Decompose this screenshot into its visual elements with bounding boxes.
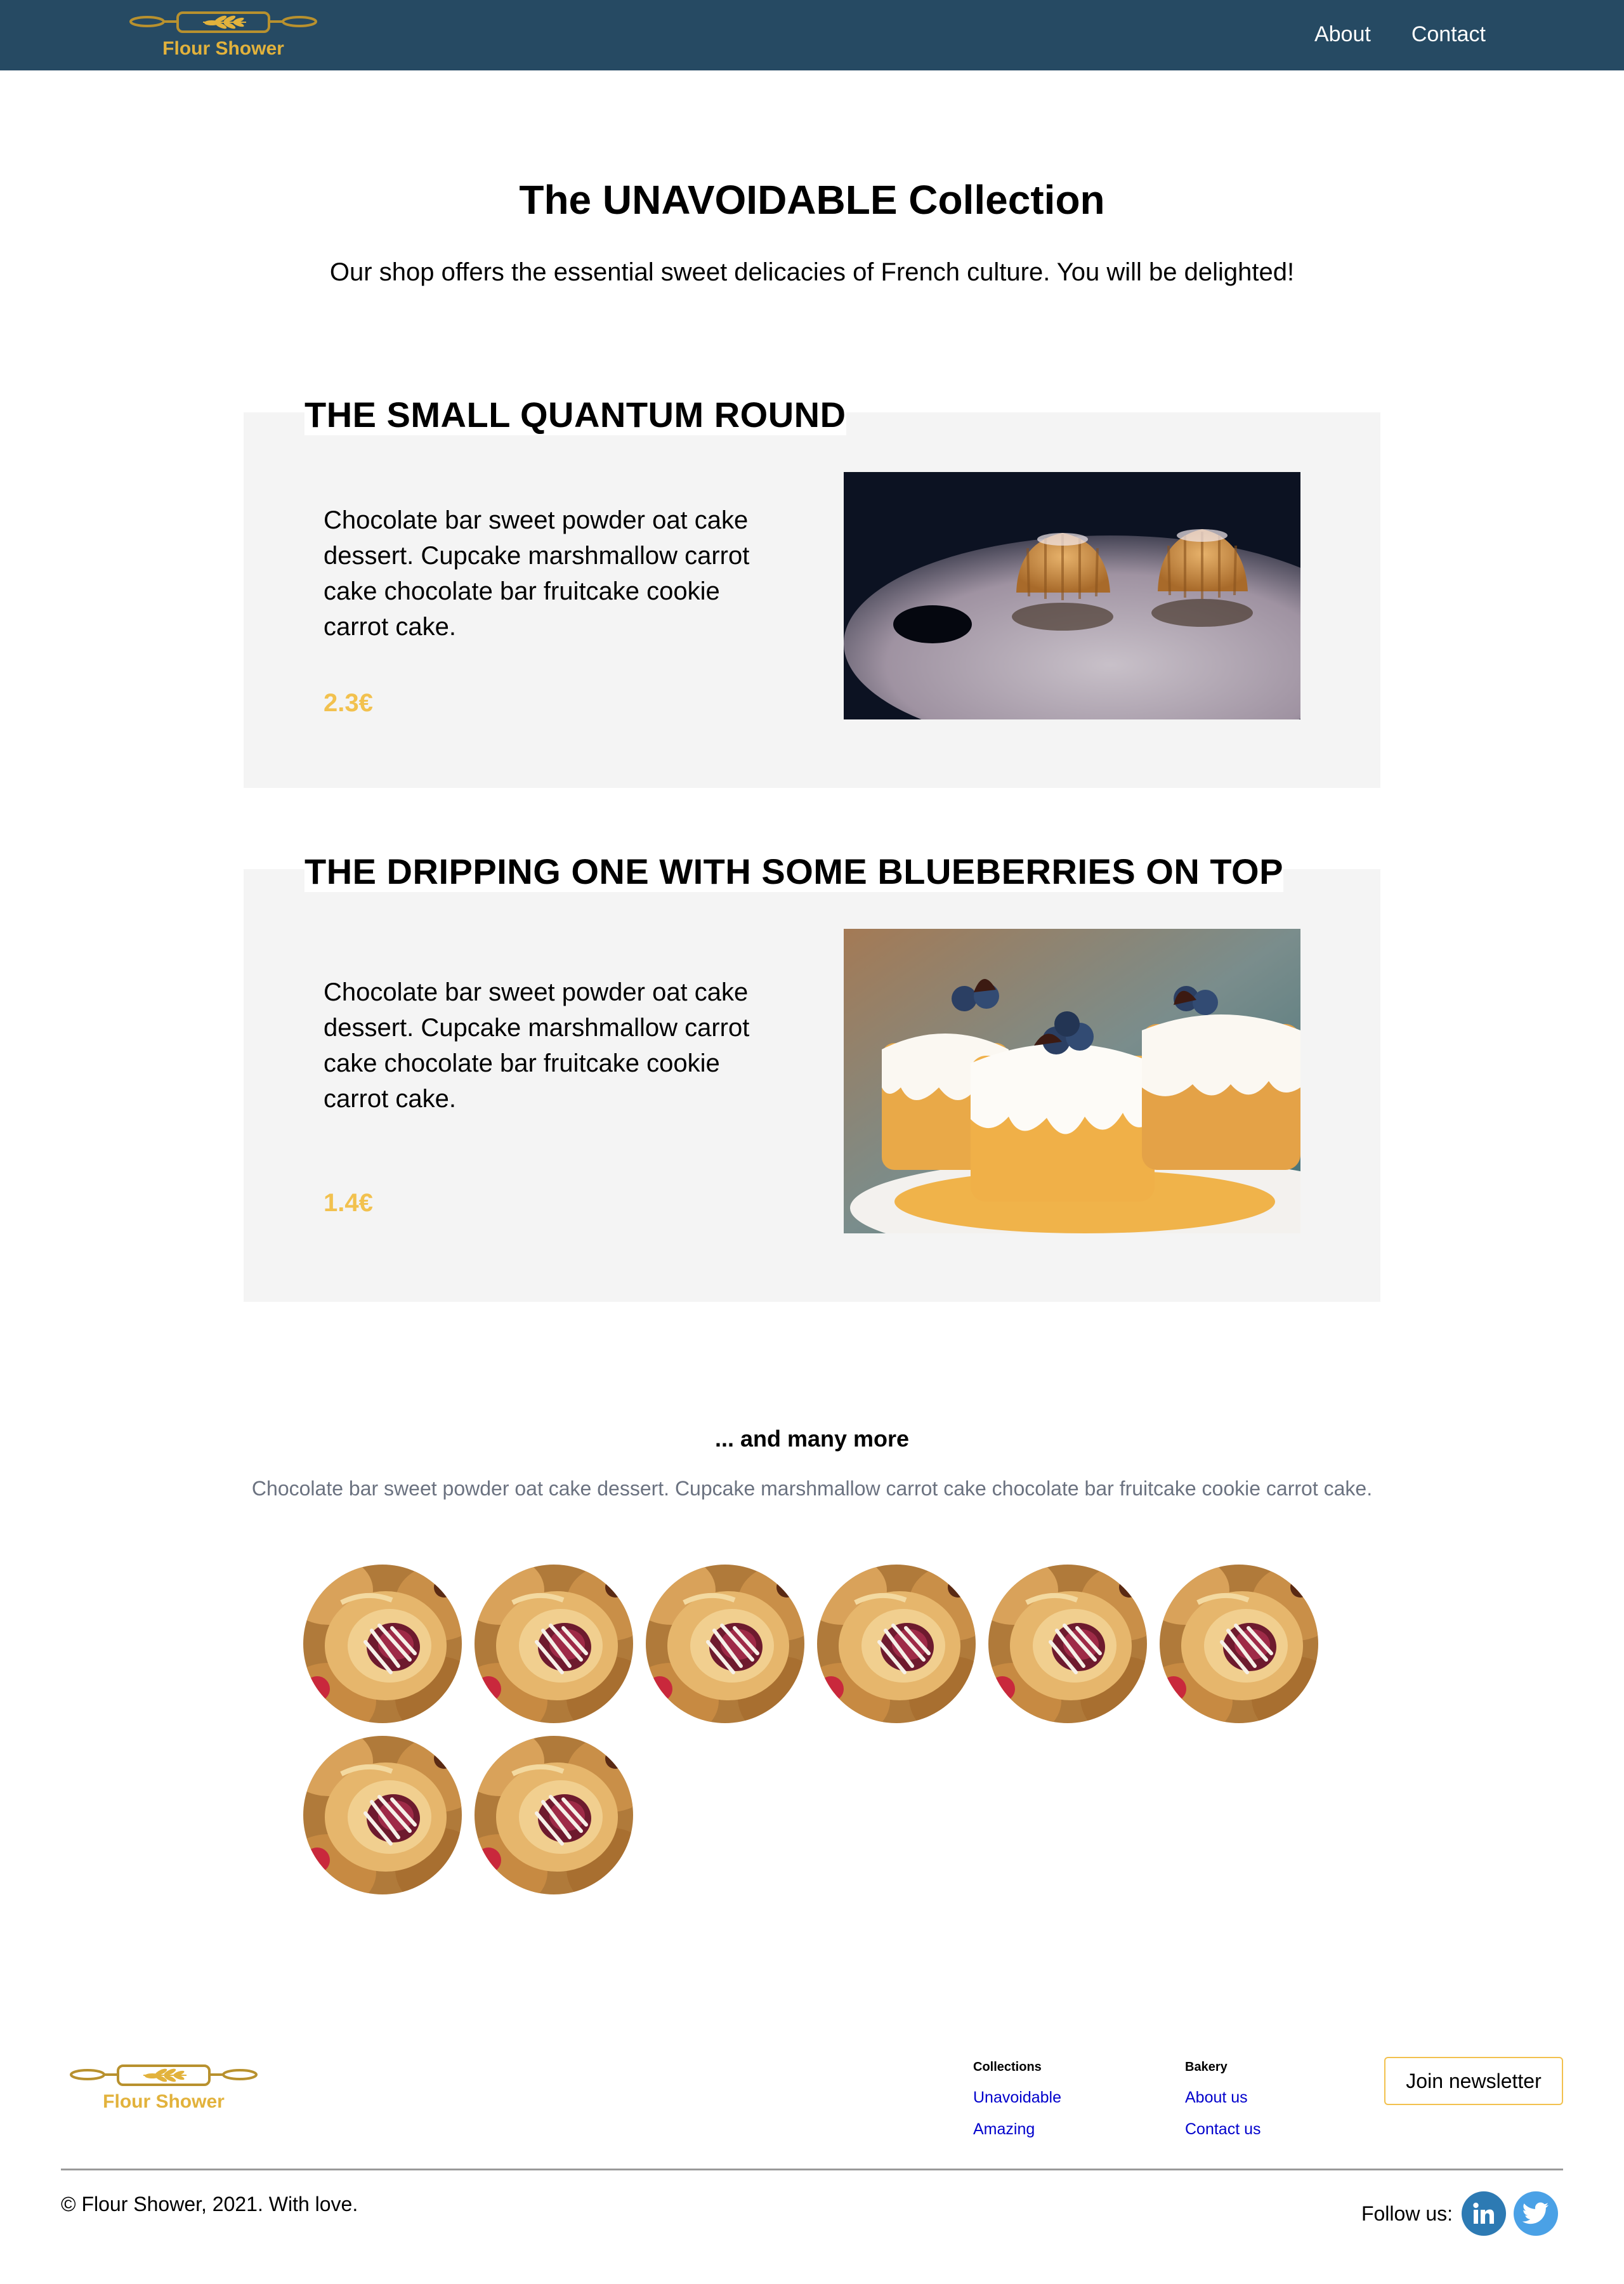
product-title: THE SMALL QUANTUM ROUND: [304, 395, 846, 435]
flour-shower-logo[interactable]: [128, 4, 318, 65]
nav-contact-link[interactable]: Contact: [1411, 22, 1486, 47]
pastry-thumbnail[interactable]: [1160, 1565, 1318, 1723]
page-title: The UNAVOIDABLE Collection: [519, 177, 1105, 223]
main-nav: About Contact: [1314, 22, 1486, 47]
top-navbar: About Contact: [0, 0, 1624, 70]
footer-column-title: Collections: [973, 2060, 1042, 2074]
footer-column-title: Bakery: [1185, 2060, 1228, 2074]
footer-link-amazing[interactable]: Amazing: [973, 2120, 1061, 2138]
social-links: Follow us:: [1361, 2191, 1558, 2236]
product-description: Chocolate bar sweet powder oat cake dess…: [324, 978, 750, 1113]
product-price: 2.3€: [324, 689, 373, 717]
footer-link-contact-us[interactable]: Contact us: [1185, 2120, 1261, 2138]
pastry-thumbnail[interactable]: [303, 1565, 462, 1723]
pastry-thumbnail[interactable]: [303, 1736, 462, 1894]
product-card: Chocolate bar sweet powder oat cake dess…: [244, 869, 1380, 1302]
pastry-thumbnail[interactable]: [646, 1565, 804, 1723]
pastry-gallery: [303, 1565, 1331, 1894]
footer-column-collections: Collections Unavoidable Amazing: [973, 2059, 1061, 2152]
pastry-thumbnail[interactable]: [475, 1736, 633, 1894]
product-card: Chocolate bar sweet powder oat cake dess…: [244, 412, 1380, 788]
product-title: THE DRIPPING ONE WITH SOME BLUEBERRIES O…: [304, 851, 1283, 892]
pastry-thumbnail[interactable]: [817, 1565, 976, 1723]
footer-link-unavoidable[interactable]: Unavoidable: [973, 2089, 1061, 2106]
join-newsletter-button[interactable]: Join newsletter: [1384, 2057, 1563, 2105]
linkedin-icon[interactable]: [1462, 2191, 1506, 2236]
more-heading: ... and many more: [714, 1426, 910, 1452]
product-price: 1.4€: [324, 1189, 373, 1217]
blueberry-cakes-image: [844, 929, 1300, 1233]
footer-column-bakery: Bakery About us Contact us: [1185, 2059, 1261, 2152]
more-description: Chocolate bar sweet powder oat cake dess…: [251, 1477, 1373, 1500]
mini-bundt-cakes-image: [844, 472, 1300, 719]
footer-flour-shower-logo[interactable]: [69, 2057, 259, 2118]
pastry-thumbnail[interactable]: [475, 1565, 633, 1723]
footer-divider: [61, 2169, 1563, 2170]
copyright-text: © Flour Shower, 2021. With love.: [61, 2193, 358, 2215]
page-subtitle: Our shop offers the essential sweet deli…: [329, 258, 1295, 286]
nav-about-link[interactable]: About: [1314, 22, 1371, 47]
pastry-thumbnail[interactable]: [988, 1565, 1147, 1723]
product-description: Chocolate bar sweet powder oat cake dess…: [324, 506, 750, 641]
footer-link-about-us[interactable]: About us: [1185, 2089, 1261, 2106]
follow-label: Follow us:: [1361, 2202, 1453, 2225]
twitter-icon[interactable]: [1514, 2191, 1558, 2236]
